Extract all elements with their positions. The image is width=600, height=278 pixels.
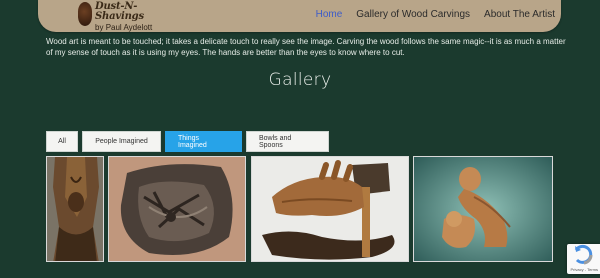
filter-bowls-button[interactable]: Bowls and Spoons — [246, 131, 329, 152]
site-logo[interactable]: Dust-N-Shavings by Paul Aydelott — [78, 1, 166, 32]
recaptcha-badge[interactable]: Privacy - Terms — [567, 244, 600, 274]
recaptcha-label[interactable]: Privacy - Terms — [571, 267, 598, 272]
gallery-image[interactable] — [413, 156, 553, 262]
logo-subtitle: by Paul Aydelott — [95, 23, 153, 32]
gallery-image[interactable] — [251, 156, 409, 262]
filter-people-button[interactable]: People Imagined — [82, 131, 161, 152]
nav-about[interactable]: About The Artist — [484, 9, 555, 20]
logo-icon — [78, 2, 93, 26]
intro-text: Wood art is meant to be touched; it take… — [46, 37, 566, 57]
filter-all-button[interactable]: All — [46, 131, 78, 152]
gallery-image[interactable] — [108, 156, 246, 262]
nav-home[interactable]: Home — [316, 9, 343, 20]
gallery-title: Gallery — [268, 70, 332, 90]
gallery-image[interactable] — [46, 156, 104, 262]
filter-things-button[interactable]: Things Imagined — [165, 131, 242, 152]
logo-title: Dust-N-Shavings — [95, 1, 144, 22]
main-nav: Home Gallery of Wood Carvings About The … — [316, 9, 555, 20]
gallery-filters: All People Imagined Things Imagined Bowl… — [46, 131, 329, 152]
site-header: Dust-N-Shavings by Paul Aydelott Home Ga… — [38, 0, 561, 32]
nav-gallery[interactable]: Gallery of Wood Carvings — [356, 9, 470, 20]
